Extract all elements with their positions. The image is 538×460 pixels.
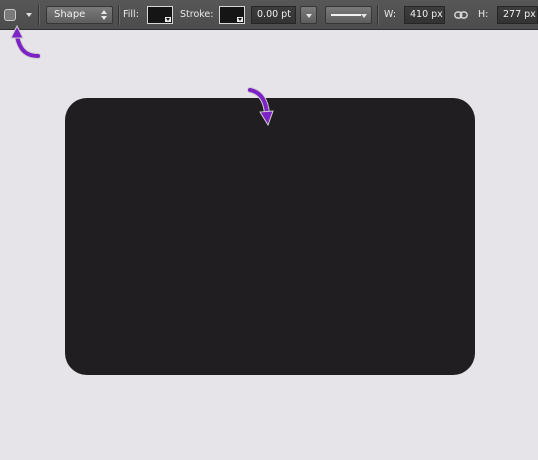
rounded-rectangle-shape[interactable]: [65, 98, 475, 375]
fill-label: Fill:: [123, 9, 139, 20]
chevron-down-icon: [306, 14, 312, 18]
options-bar: Shape Fill: Stroke: 0.00 pt W: 410 px H:…: [0, 0, 538, 30]
height-input[interactable]: 277 px: [497, 6, 538, 24]
stroke-type-dropdown[interactable]: [325, 6, 372, 24]
separator: [118, 5, 119, 25]
stroke-width-input[interactable]: 0.00 pt: [251, 6, 296, 24]
width-input[interactable]: 410 px: [404, 6, 445, 24]
stroke-color-swatch[interactable]: [219, 6, 245, 24]
link-icon[interactable]: [454, 10, 468, 20]
fill-chevron-down-icon: [165, 17, 171, 22]
updown-chevron-icon: [101, 9, 108, 21]
rounded-rectangle-tool-icon[interactable]: [4, 9, 16, 21]
separator: [377, 5, 378, 25]
stroke-label: Stroke:: [180, 9, 214, 20]
stroke-chevron-down-icon: [237, 17, 243, 22]
height-label: H:: [478, 9, 489, 20]
annotation-arrow-icon: [10, 24, 41, 59]
chevron-down-icon: [361, 14, 367, 18]
stroke-width-dropdown-button[interactable]: [300, 6, 317, 24]
width-label: W:: [384, 9, 397, 20]
tool-preset-chevron-down-icon[interactable]: [26, 13, 32, 17]
tool-mode-select[interactable]: Shape: [46, 6, 113, 24]
stroke-line-preview: [331, 14, 361, 16]
tool-mode-label: Shape: [54, 9, 86, 20]
annotation-arrow-icon: [247, 87, 274, 127]
fill-color-swatch[interactable]: [147, 6, 173, 24]
